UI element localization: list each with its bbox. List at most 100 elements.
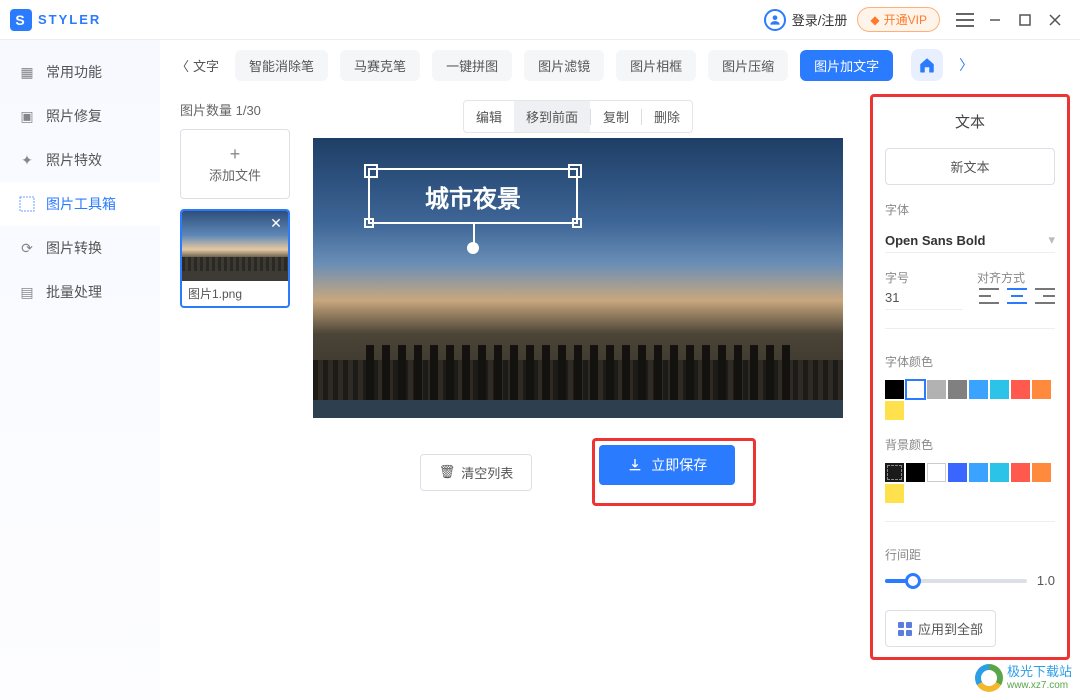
save-button[interactable]: 立即保存 [599,445,735,485]
sidebar-item-label: 常用功能 [46,62,102,82]
context-toolbar: 编辑 移到前面 复制 删除 [463,100,693,133]
bg-color-swatch[interactable] [990,463,1009,482]
convert-icon: ⟳ [18,239,36,257]
tool-tab-row: 〈文字 智能消除笔 马赛克笔 一键拼图 图片滤镜 图片相框 图片压缩 图片加文字… [160,40,1080,90]
vip-label: 开通VIP [884,11,927,28]
resize-handle-br[interactable] [572,218,582,228]
bg-color-swatch[interactable] [906,463,925,482]
ctx-delete[interactable]: 删除 [642,101,692,132]
clear-list-button[interactable]: 🗑 清空列表 [420,454,533,491]
trash-icon: 🗑 [439,464,456,480]
size-label: 字号 [885,269,963,286]
bg-color-swatch[interactable] [948,463,967,482]
diamond-icon: ◆ [870,13,879,27]
bg-color-swatch[interactable] [969,463,988,482]
logo-badge: S [10,9,32,31]
bg-color-swatch[interactable] [885,463,904,482]
font-color-swatch[interactable] [927,380,946,399]
minimize-button[interactable] [980,5,1010,35]
divider [885,328,1055,329]
app-name: STYLER [38,12,101,27]
vip-button[interactable]: ◆ 开通VIP [857,7,940,32]
sidebar-item-label: 图片转换 [46,238,102,258]
home-icon [918,56,936,74]
repair-icon: ▣ [18,107,36,125]
close-button[interactable] [1040,5,1070,35]
text-box[interactable]: 城市夜景 [368,168,578,224]
save-label: 立即保存 [651,455,707,475]
close-icon [1048,13,1062,27]
chip-compress[interactable]: 图片压缩 [708,50,788,81]
sidebar-item-common[interactable]: ▦常用功能 [0,50,160,94]
add-file-tile[interactable]: + 添加文件 [180,129,290,199]
font-color-swatch[interactable] [969,380,988,399]
font-color-swatch[interactable] [948,380,967,399]
bg-color-swatch[interactable] [927,463,946,482]
font-color-swatch[interactable] [906,380,925,399]
toolbox-icon [18,195,36,213]
chip-filter[interactable]: 图片滤镜 [524,50,604,81]
sidebar-item-batch[interactable]: ▤批量处理 [0,270,160,314]
apply-all-button[interactable]: 应用到全部 [885,610,996,647]
clear-label: 清空列表 [461,463,513,482]
align-right-button[interactable] [1035,288,1055,304]
sidebar-item-convert[interactable]: ⟳ 图片转换 [0,226,160,270]
chip-eraser[interactable]: 智能消除笔 [235,50,328,81]
ctx-front[interactable]: 移到前面 [514,101,590,132]
font-color-swatch[interactable] [1032,380,1051,399]
sidebar-item-effects[interactable]: ✦照片特效 [0,138,160,182]
font-color-swatch[interactable] [885,401,904,420]
ctx-edit[interactable]: 编辑 [464,101,514,132]
resize-handle-bl[interactable] [364,218,374,228]
save-highlight: 立即保存 [592,438,756,506]
text-box-value: 城市夜景 [425,179,521,214]
align-center-button[interactable] [1007,288,1027,304]
thumbnail-item[interactable]: ✕ 图片1.png [180,209,290,308]
sidebar-item-label: 图片工具箱 [46,194,116,214]
bottom-row: 🗑 清空列表 立即保存 [400,418,757,506]
maximize-icon [1018,13,1032,27]
chip-addtext[interactable]: 图片加文字 [800,50,893,81]
canvas-area: 编辑 移到前面 复制 删除 城市夜景 [300,90,866,700]
chip-collage[interactable]: 一键拼图 [432,50,512,81]
align-left-button[interactable] [979,288,999,304]
ctx-copy[interactable]: 复制 [591,101,641,132]
rotate-handle[interactable] [467,242,479,254]
chevron-right-icon[interactable]: 〉 [959,55,973,75]
file-count: 图片数量 1/30 [180,100,300,119]
sidebar-item-toolbox[interactable]: 图片工具箱 [0,182,160,226]
water-decoration [313,400,843,418]
login-link[interactable]: 登录/注册 [764,9,848,31]
bg-color-swatch[interactable] [1011,463,1030,482]
chip-frame[interactable]: 图片相框 [616,50,696,81]
font-select[interactable]: Open Sans Bold ▾ [885,228,1055,253]
font-color-swatch[interactable] [990,380,1009,399]
watermark-url: www.xz7.com [1007,680,1072,691]
sidebar-item-label: 批量处理 [46,282,102,302]
menu-button[interactable] [950,5,980,35]
font-color-swatch[interactable] [885,380,904,399]
bg-color-swatch[interactable] [1032,463,1051,482]
font-color-swatches [885,380,1055,420]
maximize-button[interactable] [1010,5,1040,35]
size-input[interactable]: 31 [885,286,963,310]
font-color-swatch[interactable] [1011,380,1030,399]
bg-color-swatch[interactable] [885,484,904,503]
new-text-button[interactable]: 新文本 [885,148,1055,185]
line-spacing-slider[interactable] [885,579,1027,583]
thumbnail-remove[interactable]: ✕ [268,215,284,231]
image-stage[interactable]: 城市夜景 [313,138,843,418]
slider-knob[interactable] [905,573,921,589]
watermark-logo-icon [975,664,1003,692]
plus-icon: + [230,144,241,165]
sidebar-item-repair[interactable]: ▣照片修复 [0,94,160,138]
home-button[interactable] [911,49,943,81]
sidebar-item-label: 照片特效 [46,150,102,170]
font-value: Open Sans Bold [885,233,985,248]
sidebar: ▦常用功能 ▣照片修复 ✦照片特效 图片工具箱 ⟳ 图片转换 ▤批量处理 [0,40,160,700]
back-button[interactable]: 〈文字 [172,52,223,79]
panel-title: 文本 [885,111,1055,132]
apply-all-label: 应用到全部 [918,619,983,638]
align-label: 对齐方式 [977,269,1055,286]
chip-mosaic[interactable]: 马赛克笔 [340,50,420,81]
